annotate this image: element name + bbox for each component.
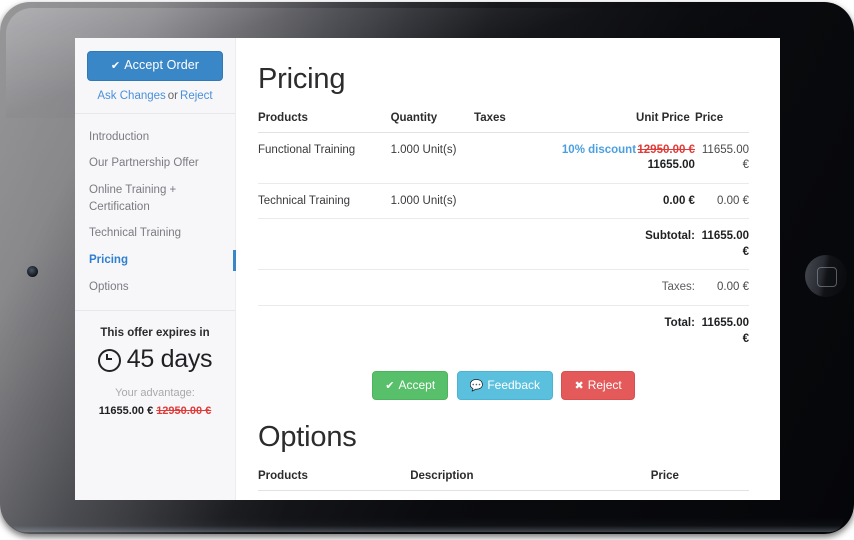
tablet-screen: ✔ Accept Order Ask Changes or Reject Introd… [75,38,780,500]
main-content: Pricing Products Quantity Taxes Unit Pri… [236,38,780,500]
pricing-row-discount-cell [552,183,637,220]
cross-icon: ✖ [574,380,584,393]
options-row-cart-cell[interactable] [720,491,750,500]
options-col-products: Products [258,470,411,492]
taxes-row: Taxes: 0.00 € [258,269,749,306]
total-value: 11655.00 € [701,316,749,345]
sidebar-item-our-partnership-offer[interactable]: Our Partnership Offer [75,150,235,177]
tablet-device: ✔ Accept Order Ask Changes or Reject Introd… [0,0,854,540]
accept-button-label: Accept [398,378,436,393]
pricing-row-unit-price-cell: 12950.00 € 11655.00 [636,132,695,184]
taxes-label: Taxes: [636,269,695,306]
your-advantage-values: 11655.00 €12950.00 € [85,405,225,417]
home-button[interactable] [805,255,847,297]
sidebar: ✔ Accept Order Ask Changes or Reject Introd… [75,38,236,500]
pricing-col-quantity: Quantity [390,111,475,133]
options-table-header-row: Products Description Price [258,470,749,492]
taxes-value: 0.00 € [694,269,749,306]
options-row-discount-cell: 10% discount [553,491,651,500]
clock-icon [97,348,121,372]
pricing-col-products: Products [258,111,391,133]
sidebar-secondary-links: Ask Changes or Reject [87,90,223,102]
options-row-description: Advanced CRM Functional [410,491,552,500]
home-square-icon [817,267,837,287]
subtotal-value: 11655.00 € [694,218,749,271]
pricing-row-product: Functional Training [258,132,391,184]
table-row: Technical Training 1.000 Unit(s) 0.00 € … [258,183,749,220]
total-row: Total: 11655.00 € [258,305,750,356]
options-col-description: Description [410,470,553,492]
sidebar-item-online-training-certification[interactable]: Online Training + Certification [75,177,235,220]
reject-button[interactable]: ✖ Reject [561,371,635,401]
pricing-row-taxes [474,132,553,184]
ask-changes-link[interactable]: Ask Changes [97,90,165,102]
table-row: Advanced CRM Functional Advanced CRM Fun… [258,491,749,500]
pricing-row-price: 11655.00 € [694,132,749,184]
discount-link[interactable]: 10% discount [562,144,636,156]
advantage-new-price: 11655.00 € [98,404,154,417]
sidebar-nav: Introduction Our Partnership Offer Onlin… [75,114,236,312]
pricing-col-unit-price: Unit Price [636,111,695,133]
pricing-col-discount [552,111,637,133]
pricing-col-price: Price [694,111,749,133]
sidebar-item-pricing[interactable]: Pricing [75,247,236,274]
options-title: Options [258,421,357,454]
advantage-old-price: 12950.00 € [156,404,212,417]
pricing-col-taxes: Taxes [474,111,553,133]
sidebar-actions: ✔ Accept Order Ask Changes or Reject [75,38,235,114]
options-row-price-cell: 9000.00 € 8100.00 [651,491,720,500]
accept-order-label: Accept Order [124,58,200,72]
check-icon: ✔ [385,380,395,393]
sidebar-item-technical-training[interactable]: Technical Training [75,220,235,247]
reject-link[interactable]: Reject [180,90,213,102]
offer-days-value: 45 days [126,345,213,374]
accept-button[interactable]: ✔ Accept [372,371,449,401]
page-title: Pricing [258,63,346,95]
pricing-row-quantity: 1.000 Unit(s) [390,183,475,220]
options-row-product: Advanced CRM Functional [258,491,410,500]
or-label: or [167,89,179,102]
check-icon: ✔ [110,60,121,72]
options-col-cart [719,470,749,492]
total-label: Total: [664,316,695,329]
order-action-buttons: ✔ Accept 💬 Feedback ✖ Reject [258,356,749,406]
pricing-row-price: 0.00 € [694,183,749,220]
feedback-button-label: Feedback [487,378,541,393]
options-col-price: Price [650,470,720,492]
reject-button-label: Reject [587,378,622,393]
subtotal-row: Subtotal: 11655.00 € [258,218,749,271]
subtotal-label: Subtotal: [636,218,695,271]
feedback-button[interactable]: 💬 Feedback [456,371,554,401]
sidebar-item-introduction[interactable]: Introduction [75,124,235,151]
pricing-table: Products Quantity Taxes Unit Price Price… [258,111,750,356]
offer-expiry-panel: This offer expires in 45 days Your advan… [75,311,235,427]
options-col-discount [552,470,651,492]
pricing-row-discount-cell: 10% discount [552,132,637,184]
table-row: Functional Training 1.000 Unit(s) 10% di… [258,132,749,184]
unit-price-new: 11655.00 [647,159,695,172]
pricing-row-quantity: 1.000 Unit(s) [390,132,475,184]
offer-expires-label: This offer expires in [100,327,210,340]
sidebar-item-options[interactable]: Options [75,274,235,301]
your-advantage-label: Your advantage: [115,386,195,399]
accept-order-button[interactable]: ✔ Accept Order [87,51,223,81]
front-camera-icon [27,266,38,277]
unit-price-old: 12950.00 € [637,143,695,156]
pricing-row-unit-price: 0.00 € [636,183,695,220]
offer-days-remaining: 45 days [85,346,225,374]
pricing-row-product: Technical Training [258,183,391,220]
pricing-table-header-row: Products Quantity Taxes Unit Price Price [258,111,749,133]
bezel-bottom-sheen [10,518,844,532]
options-table: Products Description Price Advanced CRM … [258,470,749,500]
comment-icon: 💬 [469,380,484,393]
pricing-row-taxes [474,183,553,220]
